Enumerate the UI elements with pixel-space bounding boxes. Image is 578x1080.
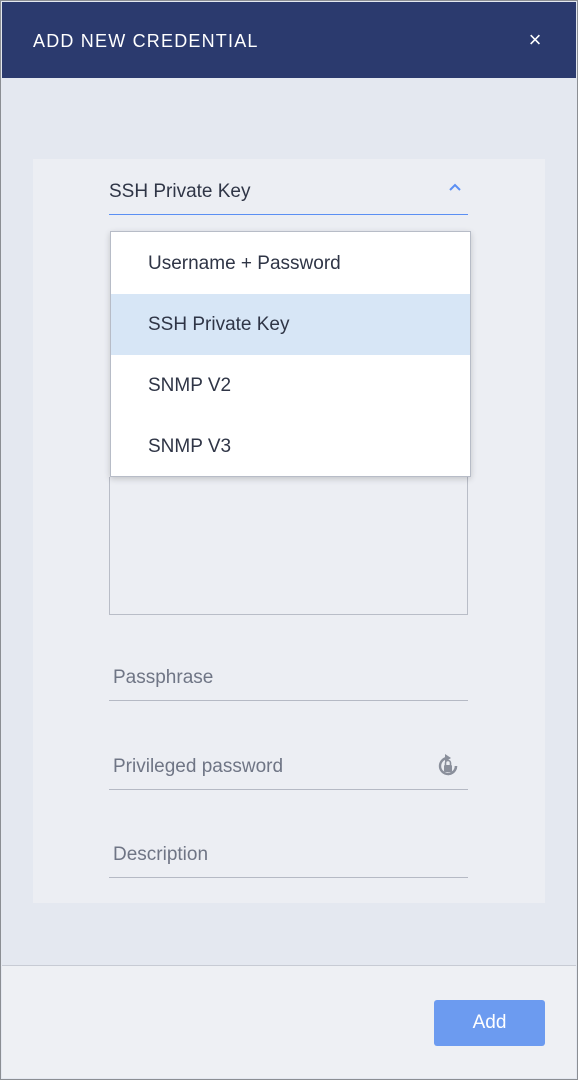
add-credential-dialog: ADD NEW CREDENTIAL × SSH Private Key Pas… xyxy=(0,0,578,1080)
privileged-password-placeholder: Privileged password xyxy=(113,756,284,777)
credential-type-value: SSH Private Key xyxy=(109,181,251,202)
description-placeholder: Description xyxy=(113,844,209,865)
credential-type-dropdown: Username + Password SSH Private Key SNMP… xyxy=(110,231,471,477)
option-snmp-v3[interactable]: SNMP V3 xyxy=(111,416,470,477)
privileged-password-field[interactable]: Privileged password xyxy=(109,746,468,790)
private-key-textarea[interactable] xyxy=(109,477,468,615)
option-ssh-private-key[interactable]: SSH Private Key xyxy=(111,294,470,355)
passphrase-placeholder: Passphrase xyxy=(113,667,214,688)
passphrase-field[interactable]: Passphrase xyxy=(109,657,468,701)
close-icon[interactable]: × xyxy=(522,26,548,54)
description-field[interactable]: Description xyxy=(109,834,468,878)
option-username-password[interactable]: Username + Password xyxy=(111,233,470,294)
option-snmp-v2[interactable]: SNMP V2 xyxy=(111,355,470,416)
credential-type-select[interactable]: SSH Private Key xyxy=(109,175,468,215)
lock-refresh-icon[interactable] xyxy=(434,752,462,780)
chevron-up-icon[interactable] xyxy=(448,181,462,195)
dialog-title: ADD NEW CREDENTIAL xyxy=(33,31,259,51)
dialog-header: ADD NEW CREDENTIAL × xyxy=(2,2,576,78)
add-button[interactable]: Add xyxy=(434,1000,545,1046)
